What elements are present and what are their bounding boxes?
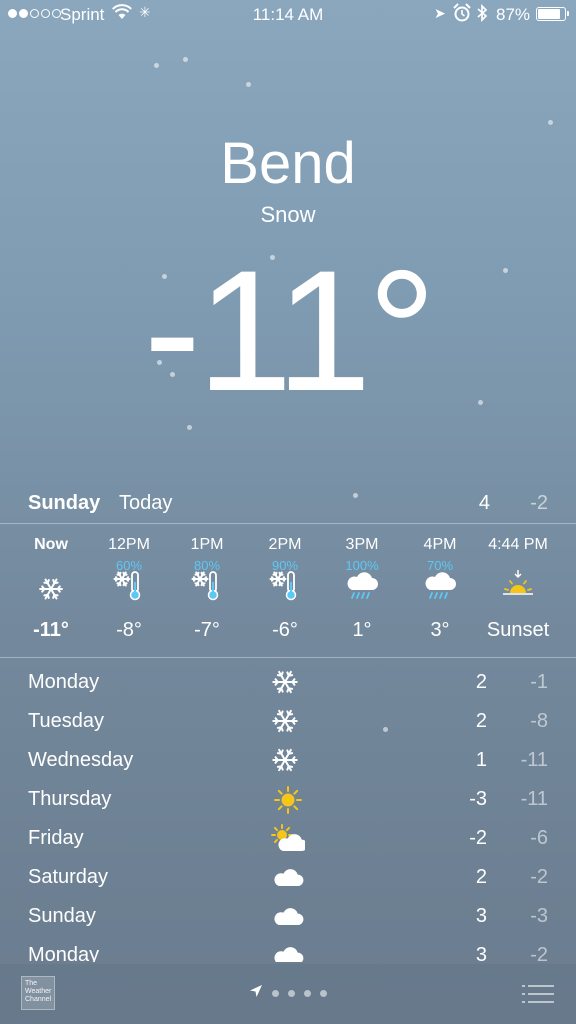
rain-cloud-icon (424, 568, 456, 602)
bottom-toolbar: The Weather Channel (0, 964, 576, 1024)
day-name: Monday (28, 944, 100, 962)
page-dot[interactable] (272, 990, 279, 997)
snow-thermometer-icon (269, 568, 301, 602)
hour-label: 4:44 PM (488, 536, 548, 553)
today-day: Sunday (28, 492, 101, 514)
day-name: Sunday (28, 905, 96, 927)
hourly-item: Now -11° (11, 524, 91, 656)
day-name: Monday (28, 671, 100, 693)
day-low: -3 (530, 905, 548, 927)
snowflake-icon (271, 746, 305, 776)
day-low: -11 (520, 788, 548, 810)
snowflake-icon (35, 576, 67, 610)
daily-row: Tuesday 2 -8 (0, 702, 576, 741)
day-high: 3 (475, 944, 487, 962)
snow-thermometer-icon (113, 568, 145, 602)
hourly-item: 3PM 100% 1° (322, 524, 402, 656)
cloud-icon (271, 941, 305, 962)
cloud-icon (271, 902, 305, 932)
hourly-item: 4:44 PM Sunset (478, 524, 558, 656)
day-name: Wednesday (28, 749, 134, 771)
clock: 11:14 AM (252, 5, 324, 24)
hour-temp: -11° (33, 619, 69, 641)
today-high: 4 (478, 492, 490, 514)
snowflake-icon (271, 707, 305, 737)
hour-label: Now (34, 536, 68, 553)
hour-label: 3PM (345, 536, 379, 553)
list-icon[interactable] (522, 984, 554, 1004)
snow-thermometer-icon (191, 568, 223, 602)
location-arrow-icon (249, 984, 263, 1003)
snowflake-icon (271, 668, 305, 698)
daily-row: Monday 2 -1 (0, 663, 576, 702)
location-arrow-icon: ➤ (434, 5, 446, 21)
day-name: Thursday (28, 788, 112, 810)
page-indicator[interactable] (0, 984, 576, 1003)
daily-row: Saturday 2 -2 (0, 858, 576, 897)
today-label: Today (119, 492, 173, 514)
hourly-item: 2PM 90% -6° (245, 524, 325, 656)
daily-row: Wednesday 1 -11 (0, 741, 576, 780)
hour-temp: -8° (116, 619, 142, 641)
day-low: -1 (530, 671, 548, 693)
day-high: -2 (469, 827, 487, 849)
partly-cloudy-icon (271, 824, 308, 854)
divider (0, 657, 576, 658)
alarm-clock-icon (453, 3, 471, 28)
today-low: -2 (530, 492, 548, 514)
hour-label: 4PM (423, 536, 457, 553)
hour-label: 2PM (268, 536, 302, 553)
day-low: -11 (520, 749, 548, 771)
cloud-icon (271, 863, 305, 893)
day-name: Saturday (28, 866, 109, 888)
day-high: 2 (475, 671, 487, 693)
rain-cloud-icon (346, 568, 378, 602)
sunset-icon (502, 568, 534, 602)
page-dot[interactable] (288, 990, 295, 997)
day-high: 2 (475, 866, 487, 888)
bluetooth-icon (476, 3, 488, 27)
day-name: Tuesday (28, 710, 104, 732)
day-high: 3 (475, 905, 487, 927)
page-dot[interactable] (320, 990, 327, 997)
weather-condition: Snow (260, 202, 316, 227)
day-low: -8 (530, 710, 548, 732)
battery-percent: 87% (496, 5, 531, 24)
status-bar: Sprint ✳ 11:14 AM ➤ 87% (0, 0, 576, 30)
hour-temp: Sunset (486, 619, 550, 641)
city-name: Bend (220, 131, 356, 196)
day-high: 1 (475, 749, 487, 771)
day-name: Friday (28, 827, 84, 849)
daily-row: Thursday -3 -11 (0, 780, 576, 819)
daily-forecast[interactable]: Monday 2 -1 Tuesday 2 -8 Wednesday 1 -11 Thursday… (0, 660, 576, 962)
hour-label: 12PM (108, 536, 150, 553)
hour-label: 1PM (190, 536, 224, 553)
hourly-forecast[interactable]: Now -11° 12PM 60% -8° 1PM 80% -7° 2PM 90% -6° 3P… (0, 524, 576, 656)
battery-icon (536, 7, 569, 21)
day-low: -2 (530, 944, 548, 962)
day-low: -6 (530, 827, 548, 849)
daily-row: Sunday 3 -3 (0, 897, 576, 936)
daily-row: Monday 3 -2 (0, 936, 576, 962)
hourly-item: 1PM 80% -7° (167, 524, 247, 656)
hourly-item: 4PM 70% 3° (400, 524, 480, 656)
hour-temp: -6° (272, 619, 298, 641)
current-temperature: -11° (143, 235, 437, 427)
sun-icon (271, 785, 305, 815)
hour-temp: 3° (430, 619, 450, 641)
day-high: -3 (469, 788, 487, 810)
day-high: 2 (475, 710, 487, 732)
daily-row: Friday -2 -6 (0, 819, 576, 858)
day-low: -2 (530, 866, 548, 888)
hourly-item: 12PM 60% -8° (89, 524, 169, 656)
hour-temp: -7° (194, 619, 220, 641)
page-dot[interactable] (304, 990, 311, 997)
today-summary: Sunday Today 4 -2 (0, 490, 576, 520)
hour-temp: 1° (352, 619, 372, 641)
